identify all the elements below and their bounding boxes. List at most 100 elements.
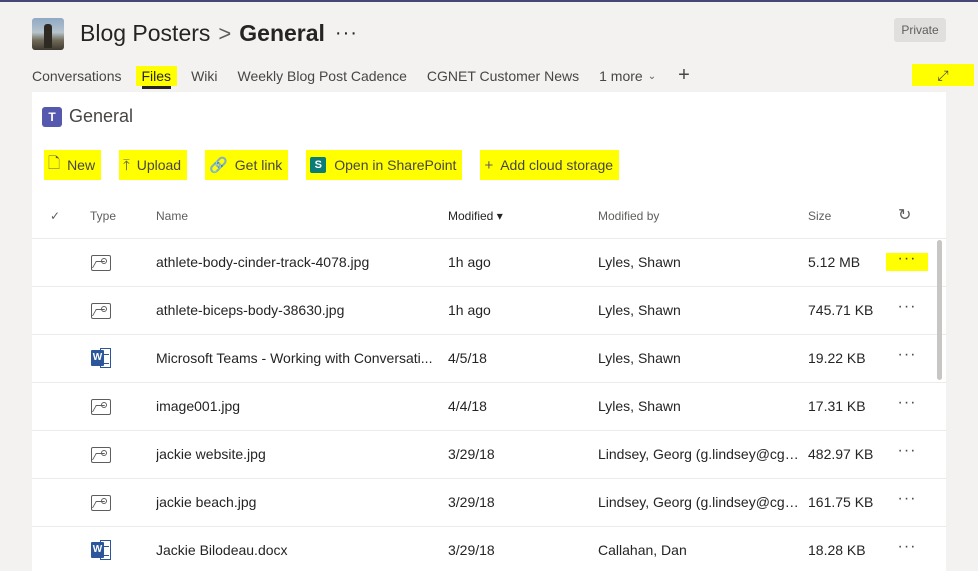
modified-by: Lyles, Shawn <box>598 302 681 318</box>
upload-button[interactable]: ⤒ Upload <box>119 150 188 180</box>
modified-date: 4/4/18 <box>448 398 487 414</box>
modified-date: 4/5/18 <box>448 350 487 366</box>
table-header: ✓ Type Name Modified ▾ Modified by Size … <box>32 195 946 239</box>
image-file-icon <box>91 303 111 319</box>
column-header-modified[interactable]: Modified ▾ <box>448 209 503 223</box>
open-in-sharepoint-label: Open in SharePoint <box>334 157 457 173</box>
modified-by: Lindsey, Georg (g.lindsey@cgn... <box>598 494 800 510</box>
chevron-down-icon: ⌄ <box>647 70 657 82</box>
tab-label: Weekly Blog Post Cadence <box>237 68 407 84</box>
channel-name[interactable]: General <box>239 20 325 47</box>
open-in-sharepoint-button[interactable]: S Open in SharePoint <box>306 150 463 180</box>
file-name[interactable]: jackie website.jpg <box>156 446 438 462</box>
file-size: 482.97 KB <box>808 446 874 462</box>
column-header-type[interactable]: Type <box>90 209 116 223</box>
new-button-label: New <box>67 157 96 173</box>
modified-date: 1h ago <box>448 302 491 318</box>
tabs-more-dropdown[interactable]: 1 more ⌄ <box>599 66 656 86</box>
upload-icon: ⤒ <box>123 156 130 174</box>
tab-conversations[interactable]: Conversations <box>32 66 122 86</box>
file-size: 161.75 KB <box>808 494 874 510</box>
file-name[interactable]: jackie beach.jpg <box>156 494 438 510</box>
modified-date: 1h ago <box>448 254 491 270</box>
file-size: 19.22 KB <box>808 350 866 366</box>
table-row[interactable]: jackie beach.jpg 3/29/18 Lindsey, Georg … <box>32 479 946 527</box>
get-link-button[interactable]: 🔗 Get link <box>205 150 289 180</box>
new-button[interactable]: 🗋 New <box>44 150 102 180</box>
file-list: athlete-body-cinder-track-4078.jpg 1h ag… <box>32 239 946 571</box>
modified-by: Lyles, Shawn <box>598 398 681 414</box>
add-tab-button[interactable]: + <box>678 65 690 85</box>
expand-icon[interactable]: ⤢ <box>912 64 974 86</box>
modified-date: 3/29/18 <box>448 446 495 462</box>
refresh-icon[interactable]: ↻ <box>898 205 911 225</box>
word-file-icon: W <box>91 540 111 560</box>
vertical-scrollbar[interactable] <box>937 240 942 380</box>
image-file-icon <box>91 495 111 511</box>
breadcrumb: Blog Posters > General ··· <box>80 20 358 47</box>
select-all-checkbox[interactable]: ✓ <box>50 209 60 223</box>
teams-logo-icon: T <box>42 106 62 127</box>
sort-desc-icon: ▾ <box>496 209 503 223</box>
file-type-cell: W <box>91 348 111 368</box>
tab-label: Conversations <box>32 68 122 84</box>
file-name[interactable]: athlete-body-cinder-track-4078.jpg <box>156 254 438 270</box>
row-more-options-button[interactable]: ··· <box>886 251 928 271</box>
modified-date: 3/29/18 <box>448 542 495 558</box>
channel-tabs: Conversations Files Wiki Weekly Blog Pos… <box>32 65 690 94</box>
column-header-size[interactable]: Size <box>808 209 831 223</box>
column-header-modified-label: Modified <box>448 209 494 223</box>
row-more-options-button[interactable]: ··· <box>886 347 928 367</box>
team-avatar[interactable] <box>32 18 64 50</box>
file-type-cell <box>91 492 111 511</box>
image-file-icon <box>91 447 111 463</box>
add-cloud-storage-label: Add cloud storage <box>500 157 614 173</box>
table-row[interactable]: W Jackie Bilodeau.docx 3/29/18 Callahan,… <box>32 527 946 571</box>
row-more-options-button[interactable]: ··· <box>886 395 928 415</box>
channel-more-options-button[interactable]: ··· <box>335 22 358 45</box>
tab-label: CGNET Customer News <box>426 68 580 84</box>
table-row[interactable]: athlete-biceps-body-38630.jpg 1h ago Lyl… <box>32 287 946 335</box>
library-title: T General <box>42 106 133 127</box>
tab-cgnet-customer-news[interactable]: CGNET Customer News <box>427 66 579 86</box>
file-size: 18.28 KB <box>808 542 866 558</box>
table-row[interactable]: jackie website.jpg 3/29/18 Lindsey, Geor… <box>32 431 946 479</box>
sharepoint-icon: S <box>310 157 327 173</box>
file-type-cell <box>91 396 111 415</box>
row-more-options-button[interactable]: ··· <box>886 539 928 559</box>
file-type-cell: W <box>91 540 111 560</box>
tab-label: Files <box>141 68 172 89</box>
file-name[interactable]: athlete-biceps-body-38630.jpg <box>156 302 438 318</box>
tab-weekly-blog-post-cadence[interactable]: Weekly Blog Post Cadence <box>238 66 407 86</box>
file-name[interactable]: Jackie Bilodeau.docx <box>156 542 438 558</box>
column-header-name[interactable]: Name <box>156 209 188 223</box>
row-more-options-button[interactable]: ··· <box>886 443 928 463</box>
column-header-modified-by[interactable]: Modified by <box>598 209 659 223</box>
table-row[interactable]: image001.jpg 4/4/18 Lyles, Shawn 17.31 K… <box>32 383 946 431</box>
file-name[interactable]: Microsoft Teams - Working with Conversat… <box>156 350 438 366</box>
file-type-cell <box>91 444 111 463</box>
modified-by: Lindsey, Georg (g.lindsey@cgn... <box>598 446 800 462</box>
link-icon: 🔗 <box>209 157 228 174</box>
breadcrumb-separator: > <box>218 20 232 46</box>
new-file-icon: 🗋 <box>48 154 61 172</box>
file-name[interactable]: image001.jpg <box>156 398 438 414</box>
add-cloud-storage-button[interactable]: + Add cloud storage <box>480 150 620 180</box>
row-more-options-button[interactable]: ··· <box>886 299 928 319</box>
file-type-cell <box>91 252 111 271</box>
upload-button-label: Upload <box>136 157 182 173</box>
plus-icon: + <box>484 156 494 174</box>
modified-by: Lyles, Shawn <box>598 254 681 270</box>
table-row[interactable]: W Microsoft Teams - Working with Convers… <box>32 335 946 383</box>
get-link-button-label: Get link <box>234 157 283 173</box>
image-file-icon <box>91 399 111 415</box>
team-name[interactable]: Blog Posters <box>80 20 210 47</box>
modified-date: 3/29/18 <box>448 494 495 510</box>
row-more-options-button[interactable]: ··· <box>886 491 928 511</box>
file-type-cell <box>91 300 111 319</box>
tab-wiki[interactable]: Wiki <box>191 66 217 86</box>
image-file-icon <box>91 255 111 271</box>
table-row[interactable]: athlete-body-cinder-track-4078.jpg 1h ag… <box>32 239 946 287</box>
tab-files[interactable]: Files <box>135 66 178 89</box>
file-size: 17.31 KB <box>808 398 866 414</box>
